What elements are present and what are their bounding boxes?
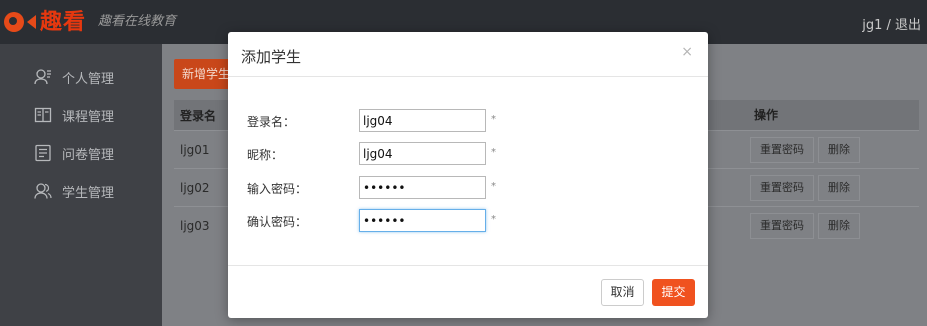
delete-button[interactable]: 删除 <box>818 175 860 201</box>
logo-mark-icon <box>4 12 24 32</box>
reset-password-button[interactable]: 重置密码 <box>750 137 814 163</box>
delete-button[interactable]: 删除 <box>818 137 860 163</box>
dialog-header: 添加学生 × <box>228 32 708 77</box>
field-label: 确认密码： <box>247 215 308 229</box>
logo[interactable]: 趣看 趣看在线教育 <box>4 8 176 36</box>
login-name-input[interactable] <box>359 109 486 132</box>
sidebar-item-label: 学生管理 <box>62 185 115 201</box>
confirm-password-input[interactable] <box>359 209 486 232</box>
user-logout-link[interactable]: jg1 / 退出 <box>862 14 921 33</box>
sidebar-item-label: 问卷管理 <box>62 147 115 163</box>
form-row-confirm: 确认密码： * <box>228 209 708 233</box>
field-label: 输入密码： <box>247 182 308 196</box>
required-marker: * <box>491 214 496 225</box>
close-icon[interactable]: × <box>681 44 693 60</box>
cell-login: ljg02 <box>180 180 210 195</box>
sidebar-item-label: 个人管理 <box>62 71 115 87</box>
user-icon <box>34 68 52 86</box>
sidebar-item-personal[interactable]: 个人管理 <box>0 58 162 96</box>
logo-arrow-icon <box>27 15 36 29</box>
required-marker: * <box>491 114 496 125</box>
logo-text: 趣看 <box>40 9 87 35</box>
dialog-footer: 取消 提交 <box>228 265 708 318</box>
reset-password-button[interactable]: 重置密码 <box>750 213 814 239</box>
column-header-login: 登录名 <box>180 108 217 123</box>
column-header-ops: 操作 <box>754 108 779 122</box>
field-label: 昵称： <box>247 148 284 162</box>
add-student-button[interactable]: 新增学生 <box>174 59 232 89</box>
delete-button[interactable]: 删除 <box>818 213 860 239</box>
form-row-password: 输入密码： * <box>228 176 708 200</box>
form-row-login: 登录名： * <box>228 109 708 133</box>
sidebar-item-label: 课程管理 <box>62 109 115 125</box>
sidebar-item-surveys[interactable]: 问卷管理 <box>0 134 162 172</box>
students-icon <box>34 182 52 200</box>
dialog-body: 登录名： * 昵称： * 输入密码： * 确认密码： * <box>228 77 708 265</box>
book-icon <box>34 106 52 124</box>
cancel-button[interactable]: 取消 <box>601 279 644 306</box>
sidebar-item-courses[interactable]: 课程管理 <box>0 96 162 134</box>
required-marker: * <box>491 181 496 192</box>
cell-login: ljg03 <box>180 218 210 233</box>
reset-password-button[interactable]: 重置密码 <box>750 175 814 201</box>
survey-icon <box>34 144 52 162</box>
form-row-nickname: 昵称： * <box>228 142 708 166</box>
add-student-dialog: 添加学生 × 登录名： * 昵称： * 输入密码： * 确认密码： * 取消 提… <box>228 32 708 318</box>
required-marker: * <box>491 147 496 158</box>
dialog-title: 添加学生 <box>241 48 302 66</box>
slogan: 趣看在线教育 <box>98 14 177 29</box>
nickname-input[interactable] <box>359 142 486 165</box>
field-label: 登录名： <box>247 115 296 129</box>
submit-button[interactable]: 提交 <box>652 279 695 306</box>
cell-login: ljg01 <box>180 142 210 157</box>
sidebar: 个人管理 课程管理 问卷管理 学生管理 <box>0 44 162 326</box>
password-input[interactable] <box>359 176 486 199</box>
sidebar-item-students[interactable]: 学生管理 <box>0 172 162 210</box>
